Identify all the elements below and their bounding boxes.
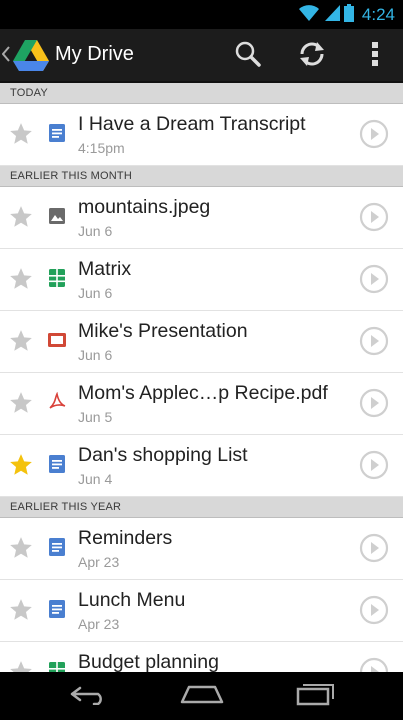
file-date: Jun 5 [78,409,113,425]
star-outline-icon[interactable] [8,390,34,416]
back-button[interactable] [58,680,118,712]
star-outline-icon[interactable] [8,659,34,672]
star-outline-icon[interactable] [8,204,34,230]
recent-apps-icon [296,682,336,711]
sheet-file-icon [47,268,67,288]
open-details-icon[interactable] [359,450,389,480]
file-date: 4:15pm [78,140,125,156]
file-date: Apr 23 [78,554,120,570]
file-row[interactable]: Lunch Menu Apr 23 [0,580,403,642]
battery-icon [343,3,354,27]
file-name: I Have a Dream Transcript [78,113,306,135]
refresh-button[interactable] [294,38,330,74]
up-caret-icon[interactable] [1,46,10,67]
doc-file-icon [47,123,67,143]
back-icon [68,683,108,710]
file-name: Mom's Applec…p Recipe.pdf [78,382,328,404]
signal-icon [324,4,340,27]
section-header: TODAY [0,83,403,104]
star-outline-icon[interactable] [8,121,34,147]
drive-logo-icon[interactable] [13,40,49,77]
file-name: Matrix [78,258,132,280]
file-date: Jun 6 [78,347,113,363]
star-filled-icon[interactable] [8,452,34,478]
search-button[interactable] [230,38,266,74]
file-name: mountains.jpeg [78,196,211,218]
home-button[interactable] [172,680,232,712]
file-date: Jun 4 [78,471,113,487]
file-name: Lunch Menu [78,589,186,611]
file-row[interactable]: Budget planning [0,642,403,672]
navigation-bar [0,672,403,720]
file-date: Jun 6 [78,223,113,239]
open-details-icon[interactable] [359,119,389,149]
recent-apps-button[interactable] [286,680,346,712]
wifi-icon [298,4,320,27]
file-date: Jun 6 [78,285,113,301]
slides-file-icon [47,330,67,350]
file-row[interactable]: I Have a Dream Transcript 4:15pm [0,104,403,166]
star-outline-icon[interactable] [8,328,34,354]
app-title[interactable]: My Drive [55,43,134,66]
file-name: Reminders [78,527,173,549]
file-name: Mike's Presentation [78,320,248,342]
star-outline-icon[interactable] [8,597,34,623]
doc-file-icon [47,537,67,557]
doc-file-icon [47,599,67,619]
action-bar: My Drive [0,29,403,83]
pdf-file-icon [47,391,67,412]
image-file-icon [47,206,67,226]
file-row[interactable]: Mom's Applec…p Recipe.pdf Jun 5 [0,373,403,435]
open-details-icon[interactable] [359,595,389,625]
section-header: EARLIER THIS MONTH [0,166,403,187]
home-icon [180,684,224,709]
file-row[interactable]: Reminders Apr 23 [0,518,403,580]
file-row[interactable]: Matrix Jun 6 [0,249,403,311]
status-bar: 4:24 [0,0,403,29]
file-row[interactable]: Dan's shopping List Jun 4 [0,435,403,497]
open-details-icon[interactable] [359,533,389,563]
open-details-icon[interactable] [359,202,389,232]
file-name: Budget planning [78,651,219,672]
sheet-file-icon [47,661,67,672]
overflow-menu-icon [371,41,379,72]
overflow-menu-button[interactable] [357,38,393,74]
refresh-icon [297,39,327,74]
clock: 4:24 [361,5,395,24]
doc-file-icon [47,454,67,474]
file-list[interactable]: TODAY I Have a Dream Transcript 4:15pm EARL… [0,83,403,672]
open-details-icon[interactable] [359,657,389,672]
file-name: Dan's shopping List [78,444,248,466]
star-outline-icon[interactable] [8,535,34,561]
file-date: Apr 23 [78,616,120,632]
open-details-icon[interactable] [359,326,389,356]
search-icon [234,40,262,73]
section-header: EARLIER THIS YEAR [0,497,403,518]
file-row[interactable]: Mike's Presentation Jun 6 [0,311,403,373]
open-details-icon[interactable] [359,388,389,418]
star-outline-icon[interactable] [8,266,34,292]
open-details-icon[interactable] [359,264,389,294]
file-row[interactable]: mountains.jpeg Jun 6 [0,187,403,249]
